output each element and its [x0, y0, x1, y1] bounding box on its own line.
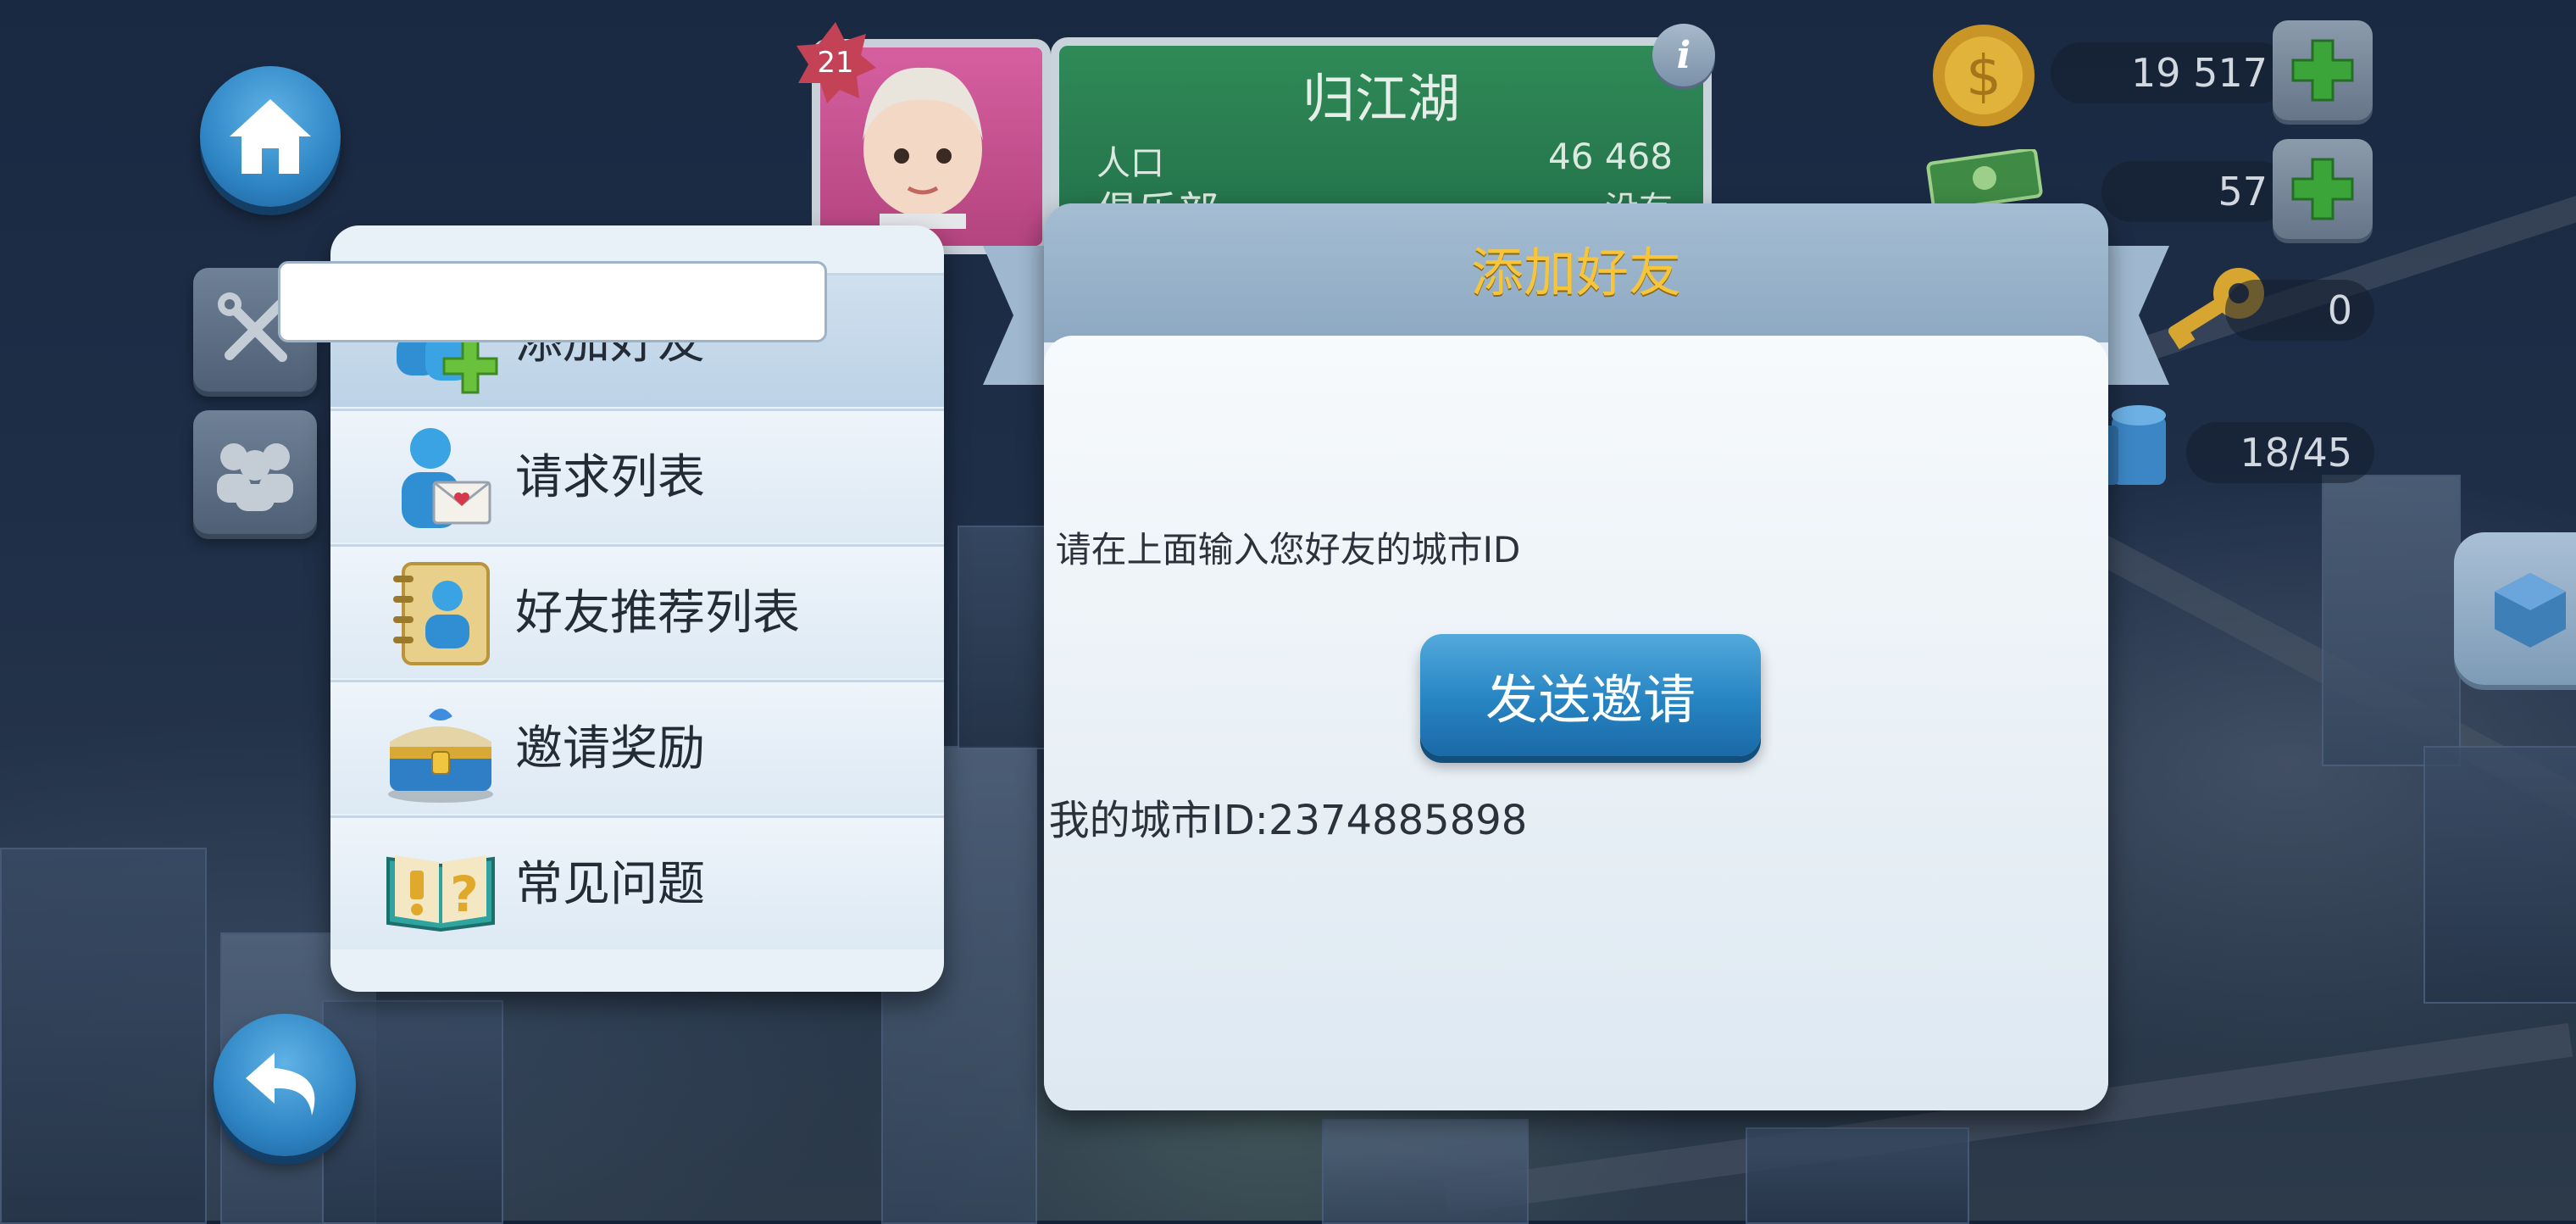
dialog-header: 添加好友: [1044, 203, 2108, 342]
menu-label-request-list: 请求列表: [515, 450, 705, 505]
menu-item-faq[interactable]: ? 常见问题: [330, 815, 944, 949]
svg-text:?: ?: [450, 865, 479, 923]
side-notification-bubble[interactable]: [2454, 532, 2576, 685]
simcash-amount: 57: [2101, 161, 2290, 222]
friend-recommend-icon: [393, 562, 490, 665]
player-level-badge: 21: [793, 20, 878, 105]
send-invite-button[interactable]: 发送邀请: [1420, 634, 1761, 756]
home-icon: [230, 99, 311, 174]
friends-button[interactable]: [193, 410, 317, 534]
menu-item-friend-recommend[interactable]: 好友推荐列表: [330, 544, 944, 678]
buy-simcash-button[interactable]: [2273, 139, 2373, 239]
player-level: 21: [817, 46, 854, 80]
city-name: 归江湖: [1302, 68, 1460, 130]
keys-amount: 0: [2225, 280, 2374, 341]
home-button[interactable]: [200, 66, 341, 207]
menu-item-request-list[interactable]: 请求列表: [330, 409, 944, 542]
request-list-icon: [402, 428, 491, 528]
dialog-title: 添加好友: [1470, 242, 1681, 303]
menu-item-invite-reward[interactable]: 邀请奖励: [330, 680, 944, 814]
storage-capacity: 18/45: [2186, 422, 2374, 483]
info-button[interactable]: i: [1652, 24, 1715, 86]
menu-label-friend-recommend: 好友推荐列表: [515, 586, 800, 641]
info-icon: i: [1676, 33, 1691, 77]
back-button[interactable]: [214, 1014, 356, 1156]
plus-icon: [2291, 39, 2354, 102]
invite-reward-chest-icon: [388, 709, 493, 803]
buy-simoleons-button[interactable]: [2273, 20, 2373, 120]
simoleon-coin-icon: $: [1933, 25, 2035, 126]
simcash-bill-icon: [1926, 149, 2043, 209]
plus-icon: [2291, 158, 2354, 220]
svg-text:$: $: [1966, 43, 2001, 108]
cube-icon: [2495, 573, 2566, 648]
friend-city-id-input[interactable]: [278, 261, 827, 342]
simoleons-amount: 19 517: [2051, 42, 2290, 103]
menu-label-invite-reward: 邀请奖励: [515, 721, 705, 776]
menu-label-faq: 常见问题: [515, 857, 705, 912]
friends-group-icon: [217, 443, 293, 511]
faq-book-icon: ?: [386, 855, 495, 932]
population-value: 46 468: [1548, 136, 1673, 177]
back-arrow-icon: [246, 1053, 315, 1116]
